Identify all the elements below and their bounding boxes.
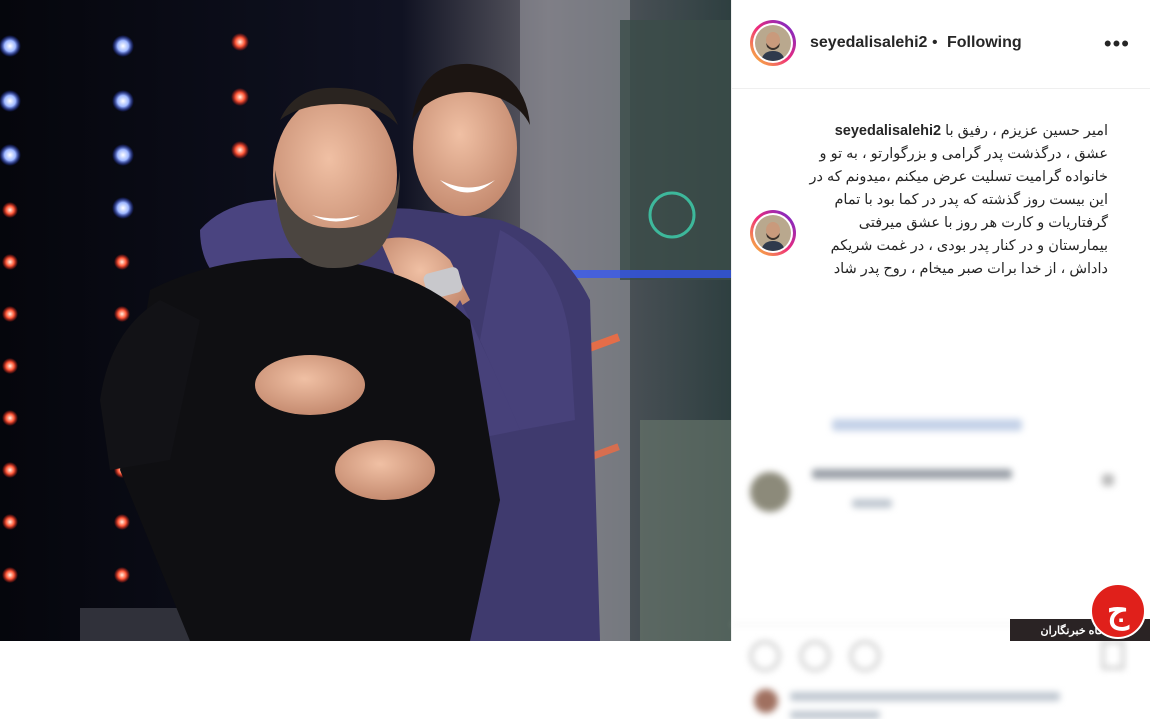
caption-line: داداش ، از خدا برات صبر میخام ، روح پدر …: [833, 261, 1108, 277]
caption-line: بیمارستان و در کنار پدر بودی ، در غمت شر…: [830, 238, 1108, 254]
comment-avatar: [750, 472, 790, 512]
blurred-link: [832, 419, 1022, 431]
comment-icon[interactable]: [800, 641, 830, 671]
caption-avatar[interactable]: [750, 210, 796, 256]
more-options-icon[interactable]: •••: [1104, 31, 1130, 57]
profile-avatar[interactable]: [750, 20, 796, 66]
share-icon[interactable]: [850, 641, 880, 671]
photo-illustration: [0, 0, 731, 641]
save-icon[interactable]: [1102, 641, 1124, 669]
post-username[interactable]: seyedalisalehi2: [810, 34, 927, 52]
caption-line: عشق ، درگذشت پدر گرامی و بزرگوارتو ، به …: [819, 146, 1108, 162]
caption-line: خانواده گرامیت تسلیت عرض میکنم ،میدونم ک…: [809, 169, 1108, 185]
caption-line: گرفتاریات و کارت هر روز با عشق میرفتی: [858, 215, 1108, 231]
avatar-image: [755, 25, 791, 61]
like-icon[interactable]: [750, 641, 780, 671]
liker-avatar: [754, 689, 778, 713]
blurred-date: [790, 711, 880, 719]
separator-dot: •: [932, 34, 938, 51]
following-button[interactable]: Following: [947, 34, 1022, 52]
blurred-comment-text: [812, 469, 1012, 479]
watermark-logo-icon: ج: [1090, 583, 1146, 639]
post-header: seyedalisalehi2 • Following •••: [732, 0, 1150, 89]
caption-line: این بیست روز گذشته که پدر در کما بود با …: [834, 192, 1108, 208]
avatar-image: [755, 215, 791, 251]
blurred-comment-meta: [852, 499, 892, 508]
post-caption: امیر حسین عزیزم ، رفیق با seyedalisalehi…: [808, 120, 1108, 281]
post-side-panel: seyedalisalehi2 • Following ••• امیر حسی…: [731, 0, 1150, 719]
caption-line: امیر حسین عزیزم ، رفیق با: [945, 123, 1108, 139]
caption-username[interactable]: seyedalisalehi2: [835, 123, 941, 139]
watermark: باشگاه خبرنگاران ج: [1010, 581, 1150, 641]
blurred-likes-text: [790, 692, 1060, 701]
comment-like-icon: [1102, 474, 1114, 486]
post-photo[interactable]: [0, 0, 731, 641]
